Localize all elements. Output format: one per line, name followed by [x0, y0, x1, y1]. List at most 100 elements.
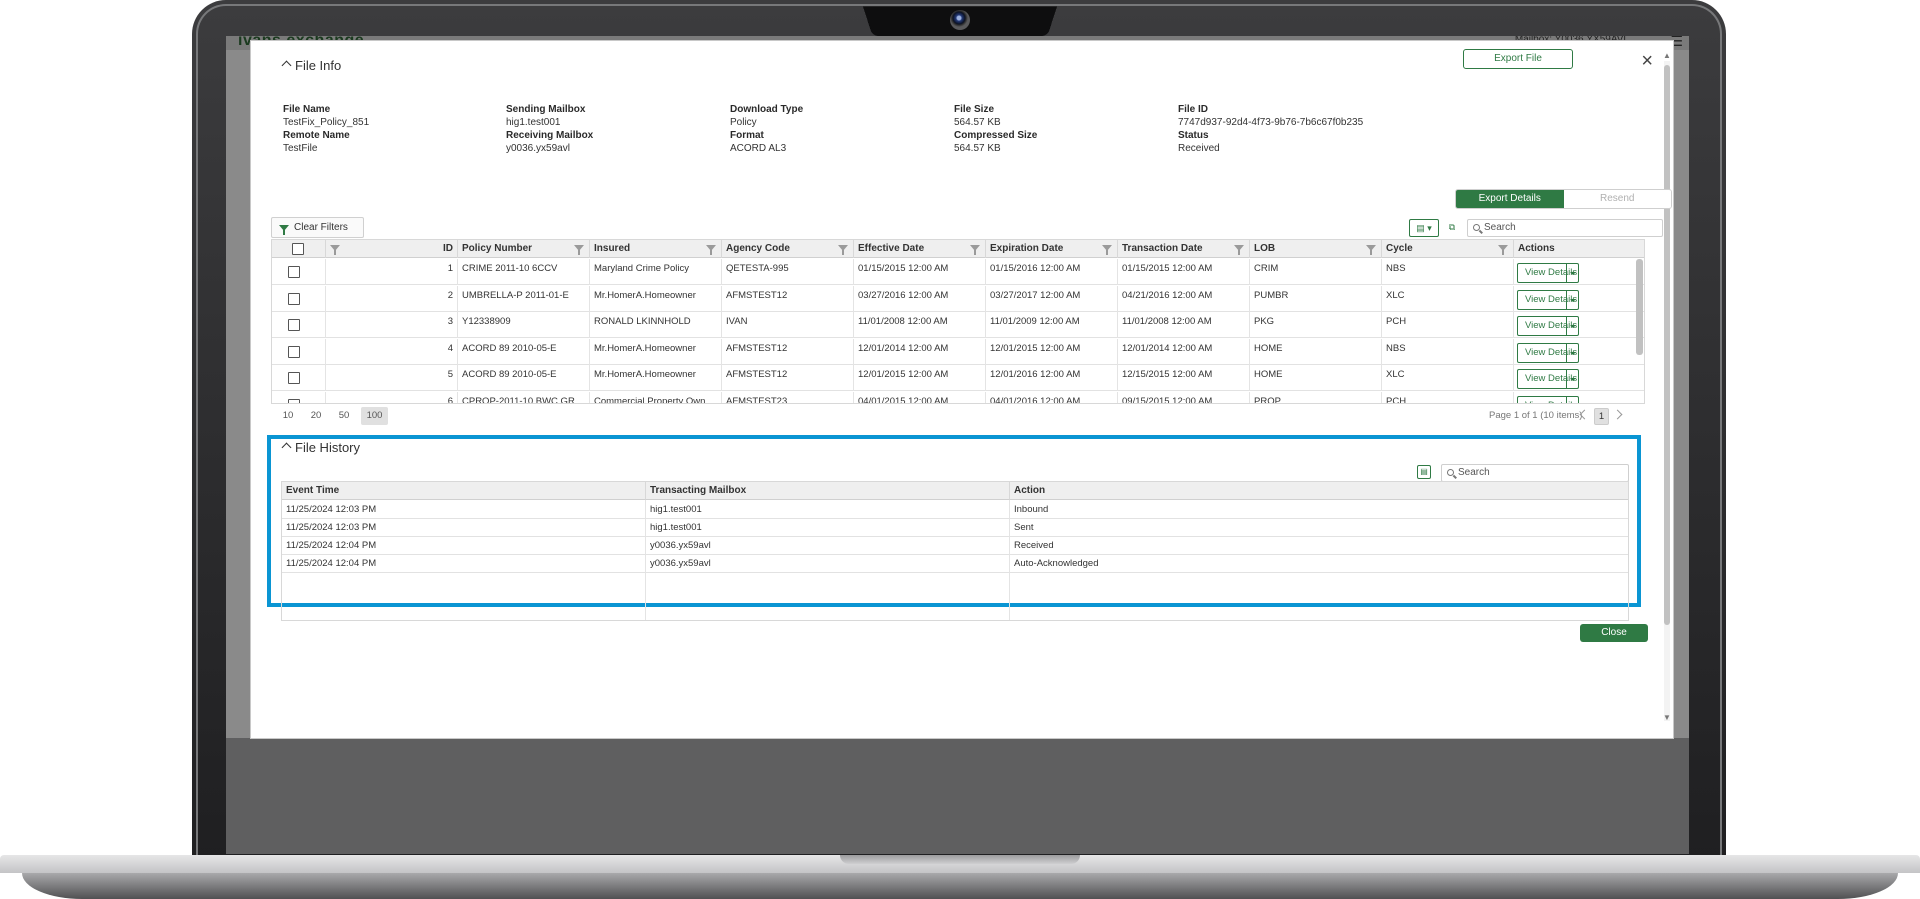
view-details-button[interactable]: View Details — [1517, 289, 1579, 310]
row-checkbox[interactable] — [288, 319, 300, 331]
scroll-down-icon[interactable]: ▼ — [1663, 713, 1671, 722]
cell-select — [272, 312, 326, 338]
file-history-toggle[interactable]: File History — [281, 440, 360, 455]
column-lob[interactable]: LOB — [1250, 240, 1382, 258]
filter-icon[interactable] — [1366, 245, 1376, 255]
view-details-button[interactable]: View Details — [1517, 342, 1579, 363]
row-checkbox[interactable] — [288, 292, 300, 305]
scroll-up-icon[interactable]: ▲ — [1663, 51, 1671, 60]
page-size-20[interactable]: 20 — [309, 407, 323, 425]
modal-scrollbar[interactable]: ▲ ▼ — [1662, 51, 1671, 736]
page-size-100[interactable]: 100 — [361, 407, 388, 425]
cell-id: 2 — [326, 285, 458, 312]
column-insured[interactable]: Insured — [590, 240, 722, 258]
table-scroll-thumb[interactable] — [1636, 259, 1643, 355]
export-grid-icon[interactable]: ⧉ — [1444, 219, 1460, 237]
cell-select — [272, 365, 326, 391]
cell-action: Received — [1010, 537, 1628, 555]
column-label: Insured — [594, 243, 631, 254]
select-all-checkbox[interactable] — [292, 243, 304, 255]
column-event-time[interactable]: Event Time — [282, 482, 646, 500]
filter-icon[interactable] — [706, 245, 716, 255]
filter-icon[interactable] — [1498, 245, 1508, 255]
dropdown-caret-icon[interactable] — [1566, 343, 1578, 362]
page-size-10[interactable]: 10 — [281, 407, 295, 425]
page-number-button[interactable]: 1 — [1594, 408, 1609, 425]
field-label: Sending Mailbox — [506, 104, 586, 115]
cell-agency-code: AFMSTEST12 — [722, 338, 854, 365]
cell-actions: View Details — [1514, 365, 1644, 391]
clear-filters-button[interactable]: Clear Filters — [271, 217, 364, 238]
filter-icon[interactable] — [838, 245, 848, 255]
cell-policy-number: CRIME 2011-10 6CCV — [458, 259, 590, 285]
file-history-title: File History — [295, 440, 361, 455]
filter-icon[interactable] — [574, 245, 584, 255]
history-search-input[interactable]: Search — [1441, 464, 1629, 482]
column-agency-code[interactable]: Agency Code — [722, 240, 854, 258]
column-transaction-date[interactable]: Transaction Date — [1118, 240, 1250, 258]
resend-tab[interactable]: Resend — [1563, 190, 1671, 208]
column-label: LOB — [1254, 243, 1276, 254]
file-info-toggle[interactable]: File Info — [281, 58, 341, 73]
cell-insured: Commercial Property Owner... — [590, 391, 722, 403]
column-expiration-date[interactable]: Expiration Date — [986, 240, 1118, 258]
dropdown-caret-icon[interactable] — [1566, 317, 1578, 335]
cell-lob: HOME — [1250, 338, 1382, 365]
dropdown-caret-icon[interactable] — [1566, 370, 1578, 388]
view-details-button[interactable]: View Details — [1517, 395, 1579, 403]
column-label: Expiration Date — [990, 243, 1064, 254]
view-details-button[interactable]: View Details — [1517, 316, 1579, 336]
row-checkbox[interactable] — [288, 372, 300, 384]
next-page-icon[interactable] — [1612, 409, 1623, 420]
export-history-icon[interactable]: ▤ — [1417, 465, 1431, 479]
cell-agency-code: AFMSTEST23 — [722, 391, 854, 403]
cell-transacting-mailbox: hig1.test001 — [646, 501, 1010, 519]
column-chooser-button[interactable]: ▤ ▾ — [1409, 219, 1439, 237]
cell-actions: View Details — [1514, 339, 1644, 365]
laptop-base — [0, 855, 1920, 899]
export-details-tab[interactable]: Export Details — [1456, 190, 1564, 208]
cell-id: 3 — [326, 312, 458, 338]
close-icon[interactable]: × — [1641, 51, 1653, 71]
row-checkbox[interactable] — [288, 398, 300, 403]
filter-icon[interactable] — [970, 245, 980, 255]
cell-insured: Maryland Crime Policy — [590, 259, 722, 285]
column-policy-number[interactable]: Policy Number — [458, 240, 590, 258]
view-details-button[interactable]: View Details — [1517, 263, 1579, 283]
details-resend-toggle: Export Details Resend — [1455, 189, 1672, 209]
view-details-button[interactable]: View Details — [1517, 369, 1579, 389]
cell-cycle: PCH — [1382, 391, 1514, 403]
cell-effective-date: 04/01/2015 12:00 AM — [854, 391, 986, 403]
base-bottom — [22, 873, 1898, 899]
field-label: Receiving Mailbox — [506, 130, 594, 141]
close-button[interactable]: Close — [1580, 624, 1648, 642]
column-action[interactable]: Action — [1010, 482, 1628, 500]
field-value: TestFile — [283, 143, 318, 154]
row-checkbox[interactable] — [288, 345, 300, 358]
page-size-50[interactable]: 50 — [337, 407, 351, 425]
policy-table-header: ID Policy Number Insured Agency Code Eff… — [272, 240, 1644, 258]
cell-action: Inbound — [1010, 501, 1628, 519]
dropdown-caret-icon[interactable] — [1566, 290, 1578, 309]
grid-search-input[interactable]: Search — [1467, 219, 1663, 237]
search-icon — [1473, 224, 1480, 231]
scroll-thumb[interactable] — [1664, 65, 1670, 625]
column-label: Agency Code — [726, 243, 790, 254]
cell-event-time: 11/25/2024 12:04 PM — [282, 555, 646, 573]
column-label: Transaction Date — [1122, 243, 1203, 254]
field-label: Format — [730, 130, 764, 141]
filter-icon[interactable] — [1102, 245, 1112, 255]
select-all-column — [272, 240, 326, 258]
column-id[interactable]: ID — [326, 240, 458, 258]
cell-insured: RONALD LKINNHOLD — [590, 312, 722, 338]
dropdown-caret-icon[interactable] — [1566, 396, 1578, 403]
row-checkbox[interactable] — [288, 266, 300, 278]
filter-icon[interactable] — [1234, 245, 1244, 255]
column-actions: Actions — [1518, 243, 1555, 254]
background-overlay — [226, 738, 1689, 854]
column-cycle[interactable]: Cycle — [1382, 240, 1514, 258]
column-effective-date[interactable]: Effective Date — [854, 240, 986, 258]
export-file-button[interactable]: Export File — [1463, 49, 1573, 69]
dropdown-caret-icon[interactable] — [1566, 264, 1578, 282]
column-transacting-mailbox[interactable]: Transacting Mailbox — [646, 482, 1010, 500]
